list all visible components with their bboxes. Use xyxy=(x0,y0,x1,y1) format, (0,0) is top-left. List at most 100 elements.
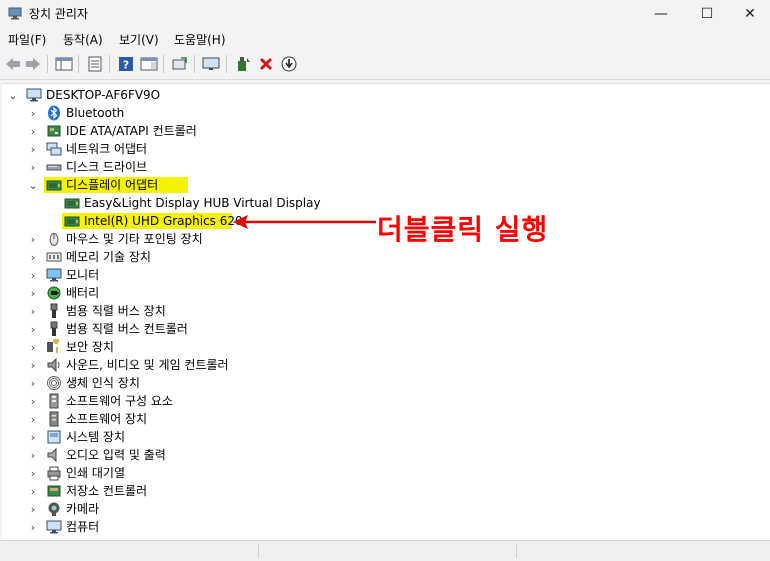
tree-node-label: IDE ATA/ATAPI 컨트롤러 xyxy=(66,124,197,138)
tree-category[interactable]: › 컴퓨터 xyxy=(2,518,768,536)
tree-category[interactable]: › 생체 인식 장치 xyxy=(2,374,768,392)
chevron-right-icon[interactable]: › xyxy=(28,395,38,408)
chevron-right-icon[interactable]: › xyxy=(28,413,38,426)
monitor-icon xyxy=(46,267,62,283)
chevron-right-icon[interactable]: › xyxy=(28,521,38,534)
tree-category[interactable]: › 소프트웨어 구성 요소 xyxy=(2,392,768,410)
tree-category[interactable]: › 모니터 xyxy=(2,266,768,284)
chevron-right-icon[interactable]: › xyxy=(28,233,38,246)
chevron-right-icon[interactable]: › xyxy=(28,449,38,462)
tree-category[interactable]: › 저장소 컨트롤러 xyxy=(2,482,768,500)
chevron-down-icon[interactable]: ⌄ xyxy=(28,179,38,192)
computer-icon xyxy=(26,87,42,103)
chevron-right-icon[interactable]: › xyxy=(28,377,38,390)
menu-help[interactable]: 도움말(H) xyxy=(174,31,226,48)
monitor-icon xyxy=(202,57,220,70)
tree-category[interactable]: › 네트워크 어댑터 xyxy=(2,140,768,158)
tree-category[interactable]: › 소프트웨어 장치 xyxy=(2,410,768,428)
menu-bar: 파일(F) 동작(A) 보기(V) 도움말(H) xyxy=(0,27,770,49)
tree-category[interactable]: › 범용 직렬 버스 컨트롤러 xyxy=(2,320,768,338)
uninstall-x-icon xyxy=(259,57,273,71)
action-pane-button[interactable] xyxy=(139,54,159,74)
forward-button[interactable] xyxy=(23,54,43,74)
tree-node-label: 보안 장치 xyxy=(66,340,114,354)
chevron-right-icon[interactable]: › xyxy=(28,107,38,120)
scan-hardware-changes-button[interactable] xyxy=(170,54,190,74)
tree-node-label: 메모리 기술 장치 xyxy=(66,250,151,264)
tree-node-label: 마우스 및 기타 포인팅 장치 xyxy=(66,232,203,246)
tree-category[interactable]: › 보안 장치 xyxy=(2,338,768,356)
menu-file[interactable]: 파일(F) xyxy=(8,31,46,48)
tree-node-label: 저장소 컨트롤러 xyxy=(66,484,148,498)
scan-hardware-icon xyxy=(172,57,187,70)
update-driver-button[interactable] xyxy=(233,54,253,74)
usb-controller-icon xyxy=(46,321,62,337)
tree-node-label: 배터리 xyxy=(66,286,100,300)
monitor-view-button[interactable] xyxy=(201,54,221,74)
chevron-down-icon[interactable]: ⌄ xyxy=(8,89,18,102)
tree-node-label: 디스플레이 어댑터 xyxy=(66,178,159,192)
tree-root[interactable]: ⌄ DESKTOP-AF6FV9O xyxy=(2,86,768,104)
chevron-right-icon[interactable]: › xyxy=(28,287,38,300)
close-button[interactable]: ✕ xyxy=(730,0,770,27)
chevron-right-icon[interactable]: › xyxy=(28,251,38,264)
mouse-icon xyxy=(46,231,62,247)
chevron-right-icon[interactable]: › xyxy=(28,467,38,480)
tree-category[interactable]: › 오디오 입력 및 출력 xyxy=(2,446,768,464)
status-divider xyxy=(516,544,517,558)
network-adapter-icon xyxy=(46,141,62,157)
chevron-right-icon[interactable]: › xyxy=(28,359,38,372)
chevron-right-icon[interactable]: › xyxy=(28,161,38,174)
tree-category[interactable]: › 디스크 드라이브 xyxy=(2,158,768,176)
back-button[interactable] xyxy=(3,54,23,74)
tree-category[interactable]: › 범용 직렬 버스 장치 xyxy=(2,302,768,320)
minimize-icon: — xyxy=(654,5,668,22)
menu-view[interactable]: 보기(V) xyxy=(119,31,159,48)
menu-action[interactable]: 동작(A) xyxy=(63,31,103,48)
properties-icon xyxy=(88,56,102,72)
chevron-right-icon[interactable]: › xyxy=(28,485,38,498)
tree-category[interactable]: › 사운드, 비디오 및 게임 컨트롤러 xyxy=(2,356,768,374)
tree-category[interactable]: ⌄ 디스플레이 어댑터 xyxy=(2,176,768,194)
camera-icon xyxy=(46,501,62,517)
minimize-button[interactable]: — xyxy=(638,0,684,27)
chevron-right-icon[interactable]: › xyxy=(28,503,38,516)
tree-category[interactable]: › 시스템 장치 xyxy=(2,428,768,446)
tree-category[interactable]: › 카메라 xyxy=(2,500,768,518)
action-pane-icon xyxy=(140,57,158,71)
tree-category[interactable]: › 인쇄 대기열 xyxy=(2,464,768,482)
chevron-right-icon[interactable]: › xyxy=(28,305,38,318)
chevron-right-icon[interactable]: › xyxy=(28,341,38,354)
device-tree[interactable]: ⌄ DESKTOP-AF6FV9O › Bluetooth › IDE ATA/ATAPI… xyxy=(2,83,770,541)
tree-node-label: 범용 직렬 버스 컨트롤러 xyxy=(66,322,188,336)
toolbar: ? xyxy=(0,49,770,80)
uninstall-device-button[interactable] xyxy=(256,54,276,74)
chevron-right-icon[interactable]: › xyxy=(28,431,38,444)
status-bar xyxy=(0,540,770,561)
tree-node-label: Intel(R) UHD Graphics 620 xyxy=(84,214,243,228)
memory-device-icon xyxy=(46,249,62,265)
tree-node-label: 시스템 장치 xyxy=(66,430,126,444)
show-hide-console-tree-button[interactable] xyxy=(54,54,74,74)
tree-category[interactable]: › 메모리 기술 장치 xyxy=(2,248,768,266)
tree-category[interactable]: › Bluetooth xyxy=(2,104,768,122)
annotation-label: 더블클릭 실행 xyxy=(377,213,549,246)
help-button[interactable]: ? xyxy=(116,54,136,74)
maximize-button[interactable]: ☐ xyxy=(684,0,730,27)
chevron-right-icon[interactable]: › xyxy=(28,143,38,156)
disk-drive-icon xyxy=(46,159,62,175)
display-adapter-icon xyxy=(46,177,62,193)
title-bar: 장치 관리자 — ☐ ✕ xyxy=(0,0,770,27)
display-adapter-icon xyxy=(64,213,80,229)
bluetooth-icon xyxy=(46,105,62,121)
tree-category[interactable]: › 배터리 xyxy=(2,284,768,302)
tree-node-label: 카메라 xyxy=(66,502,100,516)
tree-category[interactable]: › IDE ATA/ATAPI 컨트롤러 xyxy=(2,122,768,140)
chevron-right-icon[interactable]: › xyxy=(28,323,38,336)
properties-button[interactable] xyxy=(85,54,105,74)
chevron-right-icon[interactable]: › xyxy=(28,269,38,282)
chevron-right-icon[interactable]: › xyxy=(28,125,38,138)
tree-node-label: 생체 인식 장치 xyxy=(66,376,140,390)
system-device-icon xyxy=(46,429,62,445)
download-driver-button[interactable] xyxy=(279,54,299,74)
